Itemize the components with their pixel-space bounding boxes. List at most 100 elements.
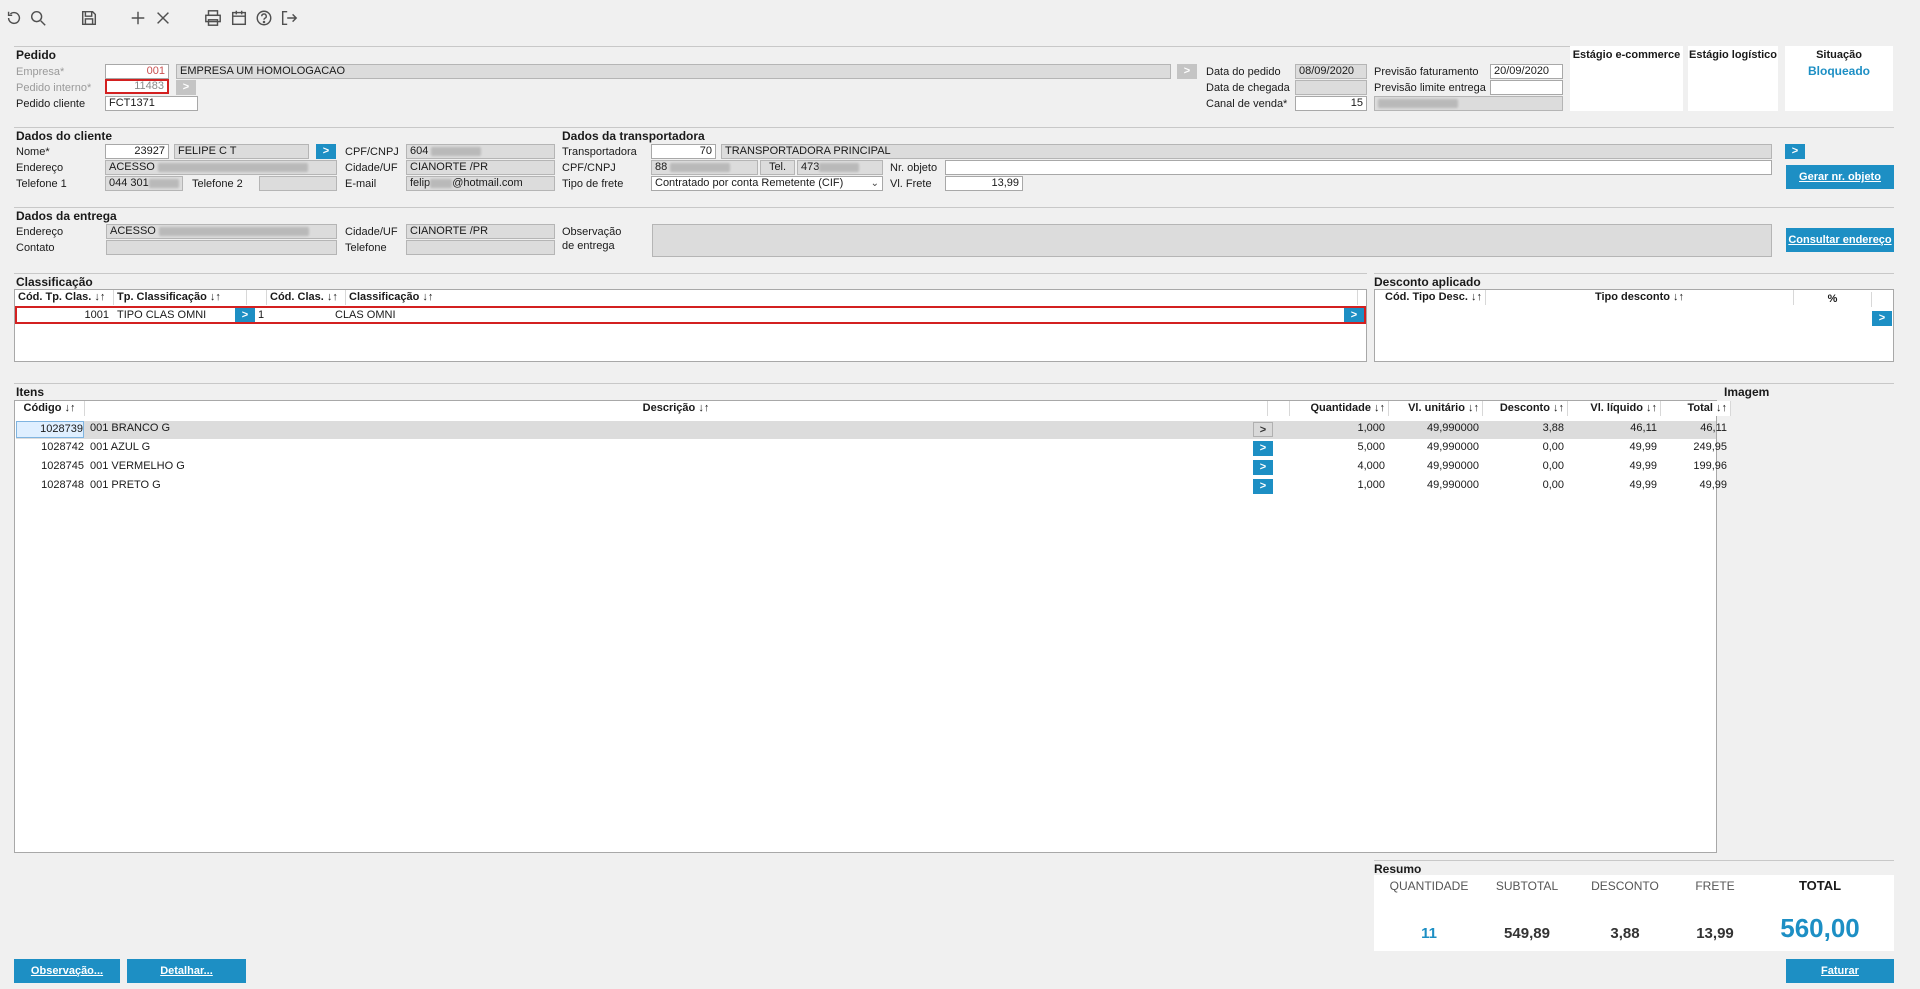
item-total: 49,99 [1699,479,1727,491]
canal-venda-label: Canal de venda* [1206,98,1288,110]
cliente-cidade-field: CIANORTE /PR [406,160,555,175]
nr-objeto-field[interactable] [945,160,1772,175]
item-detail-button[interactable]: > [1253,441,1273,456]
cliente-cpf-field: 604 [406,144,555,159]
faturar-button[interactable]: Faturar [1786,959,1894,983]
transportadora-label: Transportadora [562,146,637,158]
print-icon[interactable] [203,8,223,28]
empresa-code-field[interactable]: 001 [105,64,169,79]
tp-classificacao-lookup-button[interactable]: > [235,308,255,322]
canal-venda-field[interactable]: 15 [1295,96,1367,111]
resumo-total-value: 560,00 [1780,913,1860,943]
previsao-faturamento-field[interactable]: 20/09/2020 [1490,64,1563,79]
close-icon[interactable] [153,8,173,28]
cliente-lookup-button[interactable]: > [316,144,336,159]
refresh-icon[interactable] [4,8,24,28]
vl-frete-field[interactable]: 13,99 [945,176,1023,191]
data-chegada-label: Data de chegada [1206,82,1290,94]
cliente-email-label: E-mail [345,178,377,190]
col-desconto[interactable]: Desconto ↓↑ [1483,401,1568,416]
table-row[interactable]: 1028739 001 BRANCO G > 1,000 49,990000 3… [16,421,1727,439]
nr-objeto-label: Nr. objeto [890,162,938,174]
resumo-title: Resumo [1374,862,1422,876]
col-tp-classificacao[interactable]: Tp. Classificação ↓↑ [114,290,247,305]
item-codigo[interactable]: 1028739 [16,421,84,438]
item-total: 46,11 [1700,422,1727,434]
cliente-endereco-field: ACESSO [105,160,337,175]
entrega-endereco-field: ACESSO [106,224,337,239]
item-quantidade: 1,000 [1357,422,1385,434]
cliente-telefone1-field: 044 301 [105,176,183,191]
resumo-subtotal-label: SUBTOTAL [1495,879,1559,893]
item-detail-button[interactable]: > [1253,479,1273,494]
transportadora-cpf-field: 88 [651,160,758,175]
table-row[interactable]: 1028745 001 VERMELHO G > 4,000 49,990000… [16,459,1727,477]
entrega-observacao-field [652,224,1772,257]
col-vl-liquido[interactable]: Vl. líquido ↓↑ [1568,401,1661,416]
item-total: 249,95 [1693,441,1727,453]
item-descricao: 001 BRANCO G [90,422,171,434]
item-codigo: 1028748 [41,479,84,491]
pedido-cliente-field[interactable]: FCT1371 [105,96,198,111]
resumo-panel: QUANTIDADE SUBTOTAL DESCONTO FRETE TOTAL… [1374,875,1894,951]
resumo-frete-label: FRETE [1695,879,1735,893]
item-descricao: 001 PRETO G [90,479,161,491]
calendar-icon[interactable] [229,8,249,28]
help-icon[interactable] [254,8,274,28]
classificacao-title: Classificação [16,275,93,289]
pedido-interno-label: Pedido interno* [16,82,92,94]
col-classificacao[interactable]: Classificação ↓↑ [346,290,1358,305]
col-descricao[interactable]: Descrição ↓↑ [85,401,1268,416]
cliente-telefone2-field [259,176,337,191]
transportadora-lookup-button[interactable]: > [1785,144,1805,159]
row-tp: TIPO CLAS OMNI [117,309,207,321]
col-quantidade[interactable]: Quantidade ↓↑ [1290,401,1389,416]
estagio-ecommerce-panel: Estágio e-commerce [1570,46,1683,111]
col-vl-unitario[interactable]: Vl. unitário ↓↑ [1389,401,1483,416]
transportadora-code-field[interactable]: 70 [651,144,716,159]
item-vl-liquido: 49,99 [1629,460,1657,472]
col-cod-clas[interactable]: Cód. Clas. ↓↑ [267,290,346,305]
table-row[interactable]: 1028742 001 AZUL G > 5,000 49,990000 0,0… [16,440,1727,458]
item-vl-unitario: 49,990000 [1427,460,1479,472]
col-tipo-desconto[interactable]: Tipo desconto ↓↑ [1486,290,1794,305]
gerar-nr-objeto-button[interactable]: Gerar nr. objeto [1786,165,1894,189]
detalhar-button[interactable]: Detalhar... [127,959,246,983]
situacao-panel: Situação Bloqueado [1785,46,1893,111]
save-icon[interactable] [79,8,99,28]
imagem-label: Imagem [1724,385,1770,399]
exit-icon[interactable] [279,8,299,28]
item-vl-unitario: 49,990000 [1427,441,1479,453]
situacao-value: Bloqueado [1808,64,1870,78]
classificacao-row[interactable]: 1001 TIPO CLAS OMNI > 1 CLAS OMNI > [15,306,1366,324]
row-clas: CLAS OMNI [335,309,396,321]
desconto-lookup-button[interactable]: > [1872,311,1892,326]
transportadora-tel-label: Tel. [760,160,795,175]
estagio-logistico-title: Estágio logístico [1688,49,1777,61]
search-icon[interactable] [28,8,48,28]
item-descricao: 001 VERMELHO G [90,460,185,472]
col-percent[interactable]: % [1794,292,1872,307]
table-row[interactable]: 1028748 001 PRETO G > 1,000 49,990000 0,… [16,478,1727,496]
item-vl-liquido: 49,99 [1629,479,1657,491]
col-codigo[interactable]: Código ↓↑ [15,401,85,416]
pedido-cliente-label: Pedido cliente [16,98,86,110]
classificacao-lookup-button[interactable]: > [1344,308,1364,322]
cliente-nome-code-field[interactable]: 23927 [105,144,169,159]
tipo-frete-label: Tipo de frete [562,178,624,190]
consultar-endereco-button[interactable]: Consultar endereço [1786,228,1894,252]
item-detail-button[interactable]: > [1253,422,1273,437]
tipo-frete-select[interactable]: Contratado por conta Remetente (CIF) ⌄ [651,176,883,191]
observacao-button[interactable]: Observação... [14,959,120,983]
item-detail-button[interactable]: > [1253,460,1273,475]
itens-title: Itens [16,385,45,399]
pedido-interno-field[interactable]: 11483 [105,79,169,94]
entrega-title: Dados da entrega [16,209,117,223]
add-icon[interactable] [128,8,148,28]
previsao-limite-field[interactable] [1490,80,1563,95]
col-total[interactable]: Total ↓↑ [1661,401,1731,416]
col-cod-tp-clas[interactable]: Cód. Tp. Clas. ↓↑ [15,290,114,305]
empresa-lookup-button[interactable]: > [1177,64,1197,79]
pedido-interno-lookup-button[interactable]: > [176,80,196,95]
col-cod-tipo-desc[interactable]: Cód. Tipo Desc. ↓↑ [1375,290,1486,305]
